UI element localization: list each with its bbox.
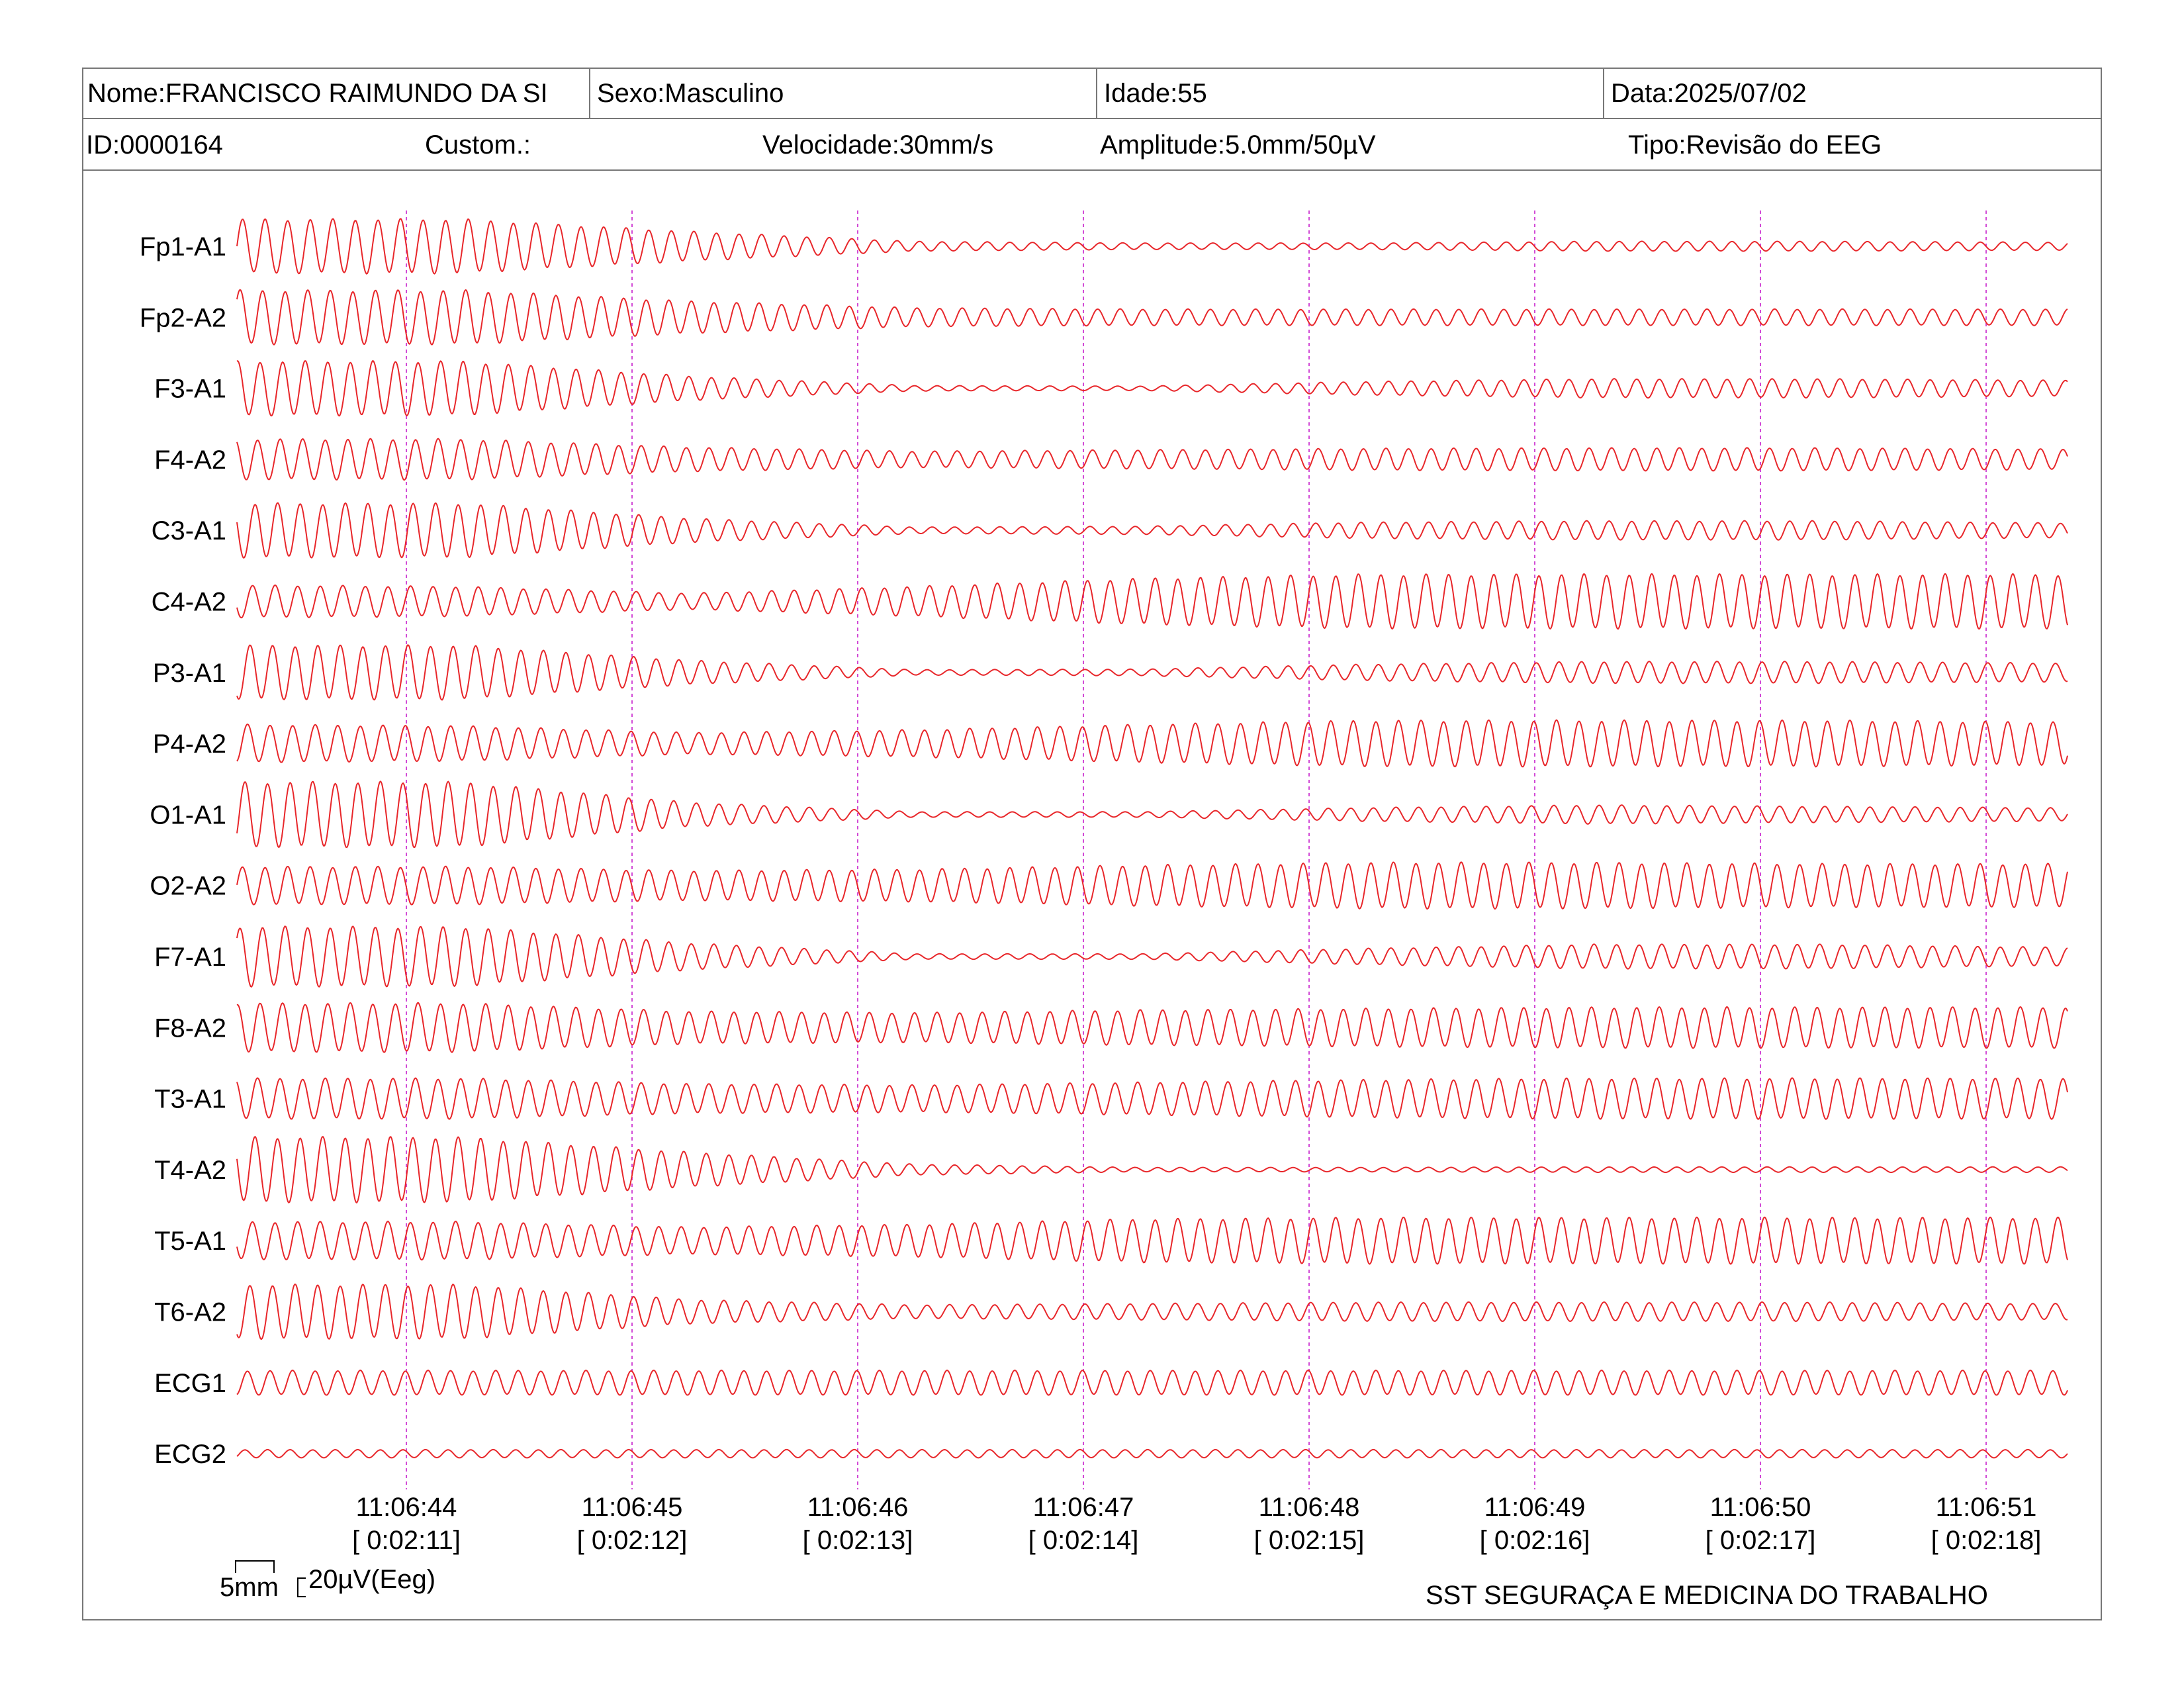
time-gridlines: [406, 211, 1987, 1489]
channel-label: P4-A2: [153, 729, 226, 759]
tick-elapsed-label: [ 0:02:18]: [1931, 1526, 2042, 1555]
tick-time-label: 11:06:50: [1710, 1493, 1811, 1522]
tick-elapsed-label: [ 0:02:16]: [1480, 1526, 1590, 1555]
channel-label: O2-A2: [150, 872, 226, 901]
company-name: SST SEGURAÇA E MEDICINA DO TRABALHO: [1426, 1581, 1988, 1610]
trace-fp2-a2: [236, 289, 2068, 346]
tick-time-label: 11:06:47: [1033, 1493, 1134, 1522]
tick-time-label: 11:06:46: [807, 1493, 909, 1522]
channel-label: Fp2-A2: [140, 303, 226, 332]
eeg-chart: Fp1-A1 Fp2-A2 F3-A1 F4-A2 C3-A1 C4-A2 P3-A1 P4-…: [140, 211, 2068, 1597]
channel-label: Fp1-A1: [140, 232, 226, 261]
trace-t6-a2: [236, 1283, 2068, 1340]
channel-label: F8-A2: [154, 1013, 226, 1043]
channel-label: F3-A1: [154, 375, 226, 404]
channel-label: O1-A1: [150, 800, 226, 829]
channel-label: T3-A1: [154, 1085, 226, 1114]
trace-t4-a2: [236, 1135, 2068, 1204]
channel-label: ECG1: [154, 1369, 226, 1398]
channel-label: ECG2: [154, 1440, 226, 1469]
trace-f7-a1: [236, 925, 2068, 988]
tick-time-label: 11:06:44: [356, 1493, 457, 1522]
trace-ecg2: [236, 1448, 2068, 1459]
tick-time-label: 11:06:49: [1484, 1493, 1586, 1522]
tick-time-label: 11:06:45: [582, 1493, 683, 1522]
tick-elapsed-label: [ 0:02:17]: [1706, 1526, 1816, 1555]
time-axis-labels: 11:06:44 [ 0:02:11] 11:06:45 [ 0:02:12] 11:0…: [352, 1493, 2041, 1555]
trace-fp1-a1: [236, 218, 2068, 275]
trace-f3-a1: [236, 359, 2068, 417]
trace-f8-a2: [236, 1002, 2068, 1053]
tick-elapsed-label: [ 0:02:15]: [1254, 1526, 1365, 1555]
trace-p3-a1: [236, 644, 2068, 701]
trace-p4-a2: [236, 719, 2068, 768]
trace-o2-a2: [236, 861, 2068, 910]
channel-label: T4-A2: [154, 1156, 226, 1185]
tick-elapsed-label: [ 0:02:14]: [1028, 1526, 1139, 1555]
trace-t5-a1: [236, 1216, 2068, 1265]
channel-label: F4-A2: [154, 445, 226, 475]
trace-f4-a2: [236, 438, 2068, 481]
tick-elapsed-label: [ 0:02:12]: [577, 1526, 688, 1555]
tick-time-label: 11:06:48: [1259, 1493, 1360, 1522]
tick-elapsed-label: [ 0:02:11]: [352, 1526, 461, 1555]
channel-labels: Fp1-A1 Fp2-A2 F3-A1 F4-A2 C3-A1 C4-A2 P3-A1 P4-…: [140, 232, 226, 1469]
time-scale-label: 5mm: [220, 1573, 279, 1602]
trace-c4-a2: [236, 573, 2068, 630]
amplitude-scale-bracket: [297, 1577, 306, 1597]
eeg-traces: [236, 218, 2068, 1459]
channel-label: P3-A1: [153, 659, 226, 688]
amplitude-scale-label: 20µV(Eeg): [308, 1565, 436, 1594]
time-scale-bracket: [235, 1560, 275, 1573]
channel-label: T5-A1: [154, 1227, 226, 1256]
tick-time-label: 11:06:51: [1936, 1493, 2037, 1522]
channel-label: C4-A2: [152, 588, 226, 617]
tick-elapsed-label: [ 0:02:13]: [803, 1526, 913, 1555]
trace-c3-a1: [236, 502, 2068, 559]
trace-ecg1: [236, 1370, 2068, 1396]
channel-label: F7-A1: [154, 943, 226, 972]
trace-o1-a1: [236, 780, 2068, 849]
trace-t3-a1: [236, 1077, 2068, 1120]
channel-label: C3-A1: [152, 516, 226, 545]
channel-label: T6-A2: [154, 1298, 226, 1327]
